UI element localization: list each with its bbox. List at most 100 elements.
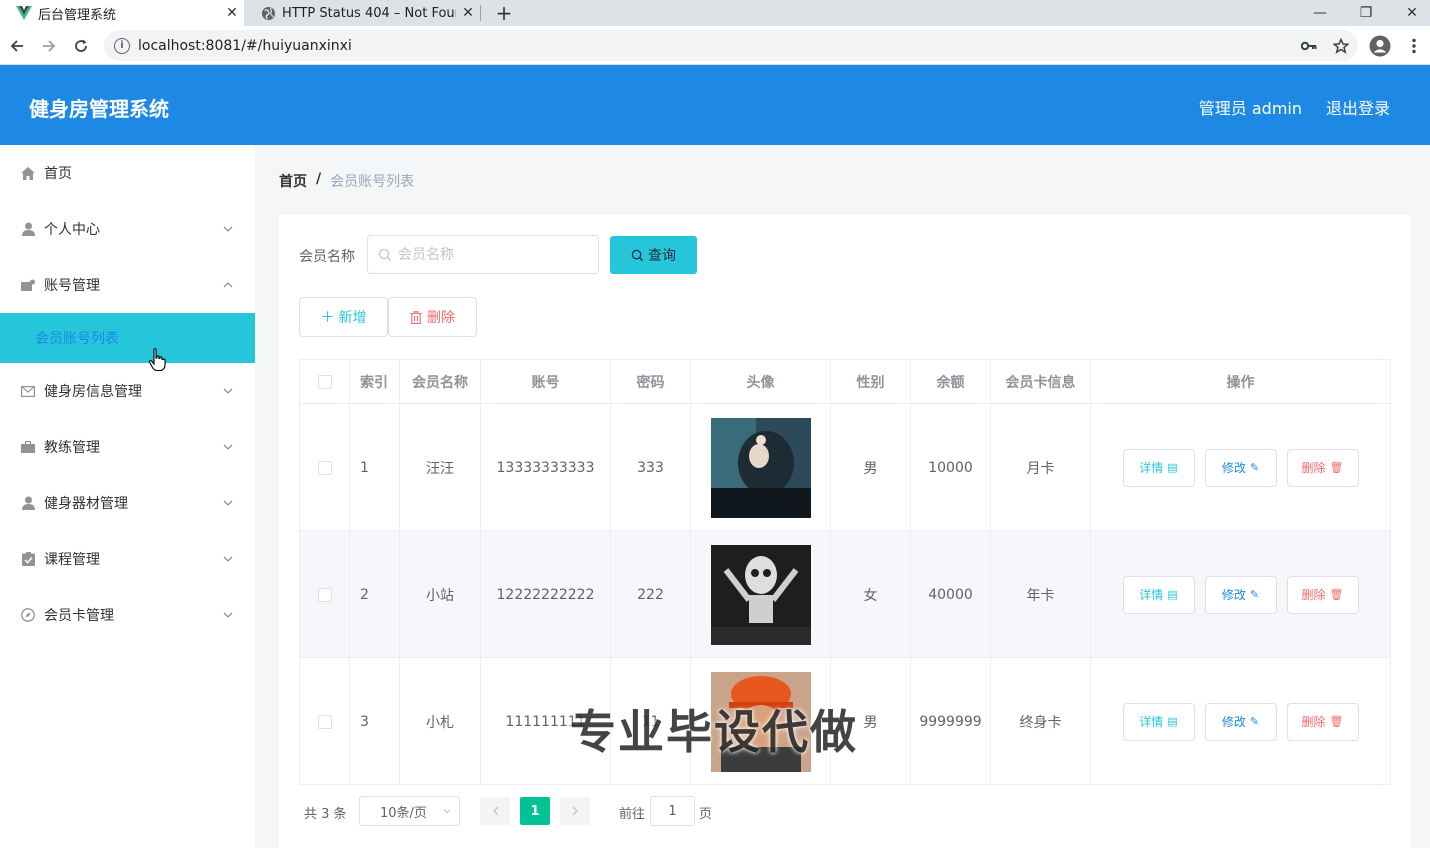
- profile-avatar-icon[interactable]: [1368, 34, 1392, 58]
- sidebar-item-personal-center[interactable]: 个人中心: [0, 201, 255, 257]
- edit-button[interactable]: 修改 ✎: [1204, 702, 1277, 741]
- table-header: 索引 会员名称 账号 密码 头像 性别 余额 会员卡信息 操作: [300, 360, 1390, 404]
- detail-button[interactable]: 详情 ▤: [1122, 575, 1195, 614]
- vue-logo-icon: [16, 5, 32, 21]
- batch-delete-button[interactable]: 删除: [388, 297, 477, 337]
- pencil-icon: ✎: [1249, 588, 1260, 601]
- chevron-down-icon: [223, 554, 233, 564]
- page-size-value: 10条/页: [380, 805, 427, 821]
- query-button-label: 查询: [648, 248, 676, 264]
- cell-card: 年卡: [991, 531, 1091, 658]
- cell-index: 2: [350, 531, 400, 658]
- sidebar-item-label: 会员卡管理: [44, 608, 114, 624]
- sidebar-item-home[interactable]: 首页: [0, 145, 255, 201]
- chevron-down-icon: [223, 498, 233, 508]
- edit-button[interactable]: 修改 ✎: [1204, 448, 1277, 487]
- delete-button[interactable]: 删除 🗑: [1286, 575, 1359, 614]
- chevron-down-icon: [223, 442, 233, 452]
- mail-icon: [20, 383, 36, 399]
- select-all-checkbox[interactable]: [317, 375, 332, 389]
- bookmark-star-icon[interactable]: [1329, 34, 1353, 58]
- compass-icon: [20, 607, 36, 623]
- column-header: 余额: [911, 360, 991, 404]
- delete-button[interactable]: 删除 🗑: [1286, 702, 1359, 741]
- delete-label: 删除: [1301, 715, 1326, 729]
- cell-account: 111111111: [481, 658, 611, 785]
- cell-password: 333: [611, 404, 691, 531]
- sidebar-item-equipment[interactable]: 健身器材管理: [0, 475, 255, 531]
- sidebar-subitem-label: 会员账号列表: [35, 331, 119, 347]
- cell-password: 11: [611, 658, 691, 785]
- minimize-button[interactable]: —: [1297, 0, 1343, 26]
- sidebar-item-gym-info[interactable]: 健身房信息管理: [0, 363, 255, 419]
- search-input[interactable]: [398, 246, 588, 263]
- breadcrumb: 首页 / 会员账号列表: [279, 171, 414, 191]
- sidebar-item-course[interactable]: 课程管理: [0, 531, 255, 587]
- chevron-right-icon: [572, 806, 578, 816]
- prev-page-button[interactable]: [480, 797, 510, 825]
- row-checkbox[interactable]: [317, 714, 332, 729]
- key-icon[interactable]: [1297, 34, 1321, 58]
- trash-icon: 🗑: [1329, 588, 1344, 601]
- tab-title: HTTP Status 404 – Not Found: [282, 5, 456, 21]
- back-icon[interactable]: [5, 34, 29, 58]
- cell-card: 终身卡: [991, 658, 1091, 785]
- sidebar-item-label: 健身房信息管理: [44, 384, 142, 400]
- reload-icon[interactable]: [69, 34, 93, 58]
- browser-tab-admin[interactable]: 后台管理系统 ✕: [0, 0, 244, 26]
- cell-avatar: [691, 404, 831, 531]
- table-row: 1 汪汪 13333333333 333 男 10000 月卡 详情 ▤ 修改 ✎ …: [300, 404, 1390, 531]
- new-tab-button[interactable]: +: [492, 0, 516, 26]
- add-button-label: 新增: [338, 310, 367, 326]
- restore-button[interactable]: ❐: [1343, 0, 1389, 26]
- cell-operations: 详情 ▤ 修改 ✎ 删除 🗑: [1091, 658, 1390, 785]
- query-button[interactable]: 查询: [610, 236, 697, 274]
- omnibox[interactable]: i localhost:8081/#/huiyuanxinxi: [104, 30, 1358, 61]
- sidebar-item-coach[interactable]: 教练管理: [0, 419, 255, 475]
- sidebar-item-label: 教练管理: [44, 440, 100, 456]
- detail-button[interactable]: 详情 ▤: [1122, 702, 1195, 741]
- document-icon: ▤: [1167, 588, 1178, 601]
- column-header: 索引: [350, 360, 400, 404]
- tab-close-icon[interactable]: ✕: [456, 5, 480, 21]
- page-number-current[interactable]: 1: [520, 797, 550, 825]
- column-header: 账号: [481, 360, 611, 404]
- avatar-image: [710, 417, 811, 518]
- logout-link[interactable]: 退出登录: [1326, 95, 1390, 119]
- breadcrumb-home[interactable]: 首页: [279, 171, 307, 191]
- edit-button[interactable]: 修改 ✎: [1204, 575, 1277, 614]
- document-icon: ▤: [1167, 461, 1178, 474]
- tab-close-icon[interactable]: ✕: [220, 5, 244, 21]
- detail-button[interactable]: 详情 ▤: [1122, 448, 1195, 487]
- cell-account: 12222222222: [481, 531, 611, 658]
- browser-tab-404[interactable]: HTTP Status 404 – Not Found ✕: [244, 0, 480, 26]
- next-page-button[interactable]: [560, 797, 590, 825]
- sidebar-item-member-card[interactable]: 会员卡管理: [0, 587, 255, 643]
- page-size-select[interactable]: 10条/页: [359, 796, 460, 826]
- delete-button[interactable]: 删除 🗑: [1286, 448, 1359, 487]
- add-button[interactable]: ＋ 新增: [299, 297, 388, 337]
- sidebar-subitem-member-accounts[interactable]: 会员账号列表: [0, 313, 255, 363]
- row-checkbox[interactable]: [317, 587, 332, 602]
- chevron-up-icon: [223, 280, 233, 290]
- sidebar-item-account-management[interactable]: 账号管理: [0, 257, 255, 313]
- column-header: 会员名称: [400, 360, 481, 404]
- browser-menu-icon[interactable]: [1402, 34, 1426, 58]
- hand-cursor-icon: [148, 348, 166, 372]
- chevron-down-icon: [223, 224, 233, 234]
- cell-index: 1: [350, 404, 400, 531]
- goto-page-input[interactable]: 1: [650, 796, 695, 826]
- globe-icon: [260, 5, 276, 21]
- cell-avatar: [691, 658, 831, 785]
- address-bar: i localhost:8081/#/huiyuanxinxi: [0, 26, 1430, 65]
- delete-label: 删除: [1301, 461, 1326, 475]
- sidebar-item-label: 个人中心: [44, 222, 100, 238]
- trash-icon: [410, 310, 422, 324]
- row-checkbox[interactable]: [317, 460, 332, 475]
- search-box[interactable]: [367, 235, 599, 274]
- cell-gender: 女: [831, 531, 911, 658]
- site-info-icon[interactable]: i: [114, 37, 130, 54]
- forward-icon[interactable]: [37, 34, 61, 58]
- breadcrumb-current: 会员账号列表: [330, 174, 415, 190]
- close-window-button[interactable]: ✕: [1389, 0, 1430, 26]
